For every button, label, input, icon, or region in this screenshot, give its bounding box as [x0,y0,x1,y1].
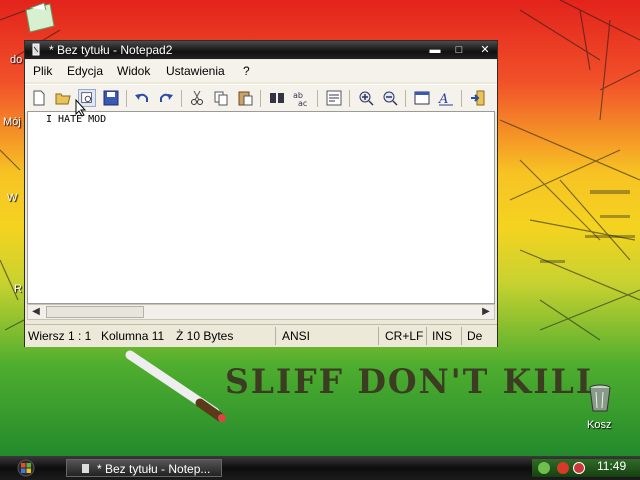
start-button[interactable] [2,458,42,478]
security-alert-icon[interactable] [557,462,569,474]
replace-icon[interactable]: abac [292,89,310,107]
word-wrap-icon[interactable] [325,89,343,107]
paste-icon[interactable] [236,89,254,107]
notepad-icon [32,43,40,56]
scroll-right-arrow[interactable]: ▶ [478,305,494,319]
scheme-icon[interactable] [413,89,431,107]
shield-icon[interactable] [573,462,585,474]
horizontal-scrollbar[interactable]: ◀ ▶ [27,304,495,320]
toolbar-separator [126,90,127,107]
clock[interactable]: 11:49 [597,459,626,473]
scroll-left-arrow[interactable]: ◀ [28,305,44,319]
notepad-icon [82,464,89,473]
new-file-icon[interactable] [30,89,48,107]
toolbar-separator [181,90,182,107]
mouse-cursor-icon [75,99,87,117]
recycle-bin-icon[interactable] [588,383,612,413]
taskbar-window-title: * Bez tytułu - Notep... [97,462,211,476]
menu-widok[interactable]: Widok [117,64,150,78]
find-icon[interactable] [268,89,286,107]
menu-help[interactable]: ? [243,64,250,78]
maximize-button[interactable]: □ [451,43,467,57]
desktop-icon-label[interactable]: Mój [3,116,21,128]
cut-icon[interactable] [188,89,206,107]
menu-plik[interactable]: Plik [33,64,52,78]
undo-icon[interactable] [133,89,151,107]
close-button[interactable]: ✕ [477,43,493,57]
status-column: Kolumna 11 [101,329,165,343]
menu-edycja[interactable]: Edycja [67,64,103,78]
title-bar[interactable]: * Bez tytułu - Notepad2 ▬ □ ✕ [25,41,497,59]
network-icon[interactable] [538,462,550,474]
menu-bar: Plik Edycja Widok Ustawienia ? [25,60,497,82]
text-editor[interactable]: I HATE MOD [27,111,495,304]
toolbar-separator [461,90,462,107]
menu-ustawienia[interactable]: Ustawienia [166,64,225,78]
status-scheme[interactable]: De [467,329,482,343]
zoom-out-icon[interactable] [381,89,399,107]
wallpaper-slogan: SLIFF DON'T KILL [225,362,601,402]
folder-icon[interactable] [24,0,56,34]
taskbar: * Bez tytułu - Notep... 11:49 [0,456,640,480]
toolbar-separator [260,90,261,107]
svg-text:ac: ac [298,99,307,107]
taskbar-window-button[interactable]: * Bez tytułu - Notep... [66,459,222,477]
status-insert-mode[interactable]: INS [432,329,452,343]
save-icon[interactable] [102,89,120,107]
status-size: Ż 10 Bytes [176,329,234,343]
copy-icon[interactable] [212,89,230,107]
status-encoding[interactable]: ANSI [282,329,310,343]
minimize-button[interactable]: ▬ [427,43,443,57]
toolbar-separator [349,90,350,107]
status-line-ending[interactable]: CR+LF [385,329,423,343]
status-bar: Wiersz 1 : 1 Kolumna 11 Ż 10 Bytes ANSI … [25,324,497,347]
exit-icon[interactable] [469,89,487,107]
toolbar-separator [317,90,318,107]
open-folder-icon[interactable] [54,89,72,107]
desktop-icon-label[interactable]: R [14,283,22,295]
redo-icon[interactable] [157,89,175,107]
notepad2-window: * Bez tytułu - Notepad2 ▬ □ ✕ Plik Edycj… [24,40,498,347]
font-icon[interactable]: A [437,89,455,107]
status-position: Wiersz 1 : 1 [28,329,92,343]
zoom-in-icon[interactable] [357,89,375,107]
toolbar-separator [405,90,406,107]
toolbar: ab ac A [25,84,497,112]
scroll-thumb[interactable] [46,306,144,318]
desktop-icon-label[interactable]: W [7,192,17,204]
recycle-bin-label[interactable]: Kosz [587,419,611,431]
window-title: * Bez tytułu - Notepad2 [49,43,173,57]
desktop-icon-label[interactable]: do [10,54,22,66]
